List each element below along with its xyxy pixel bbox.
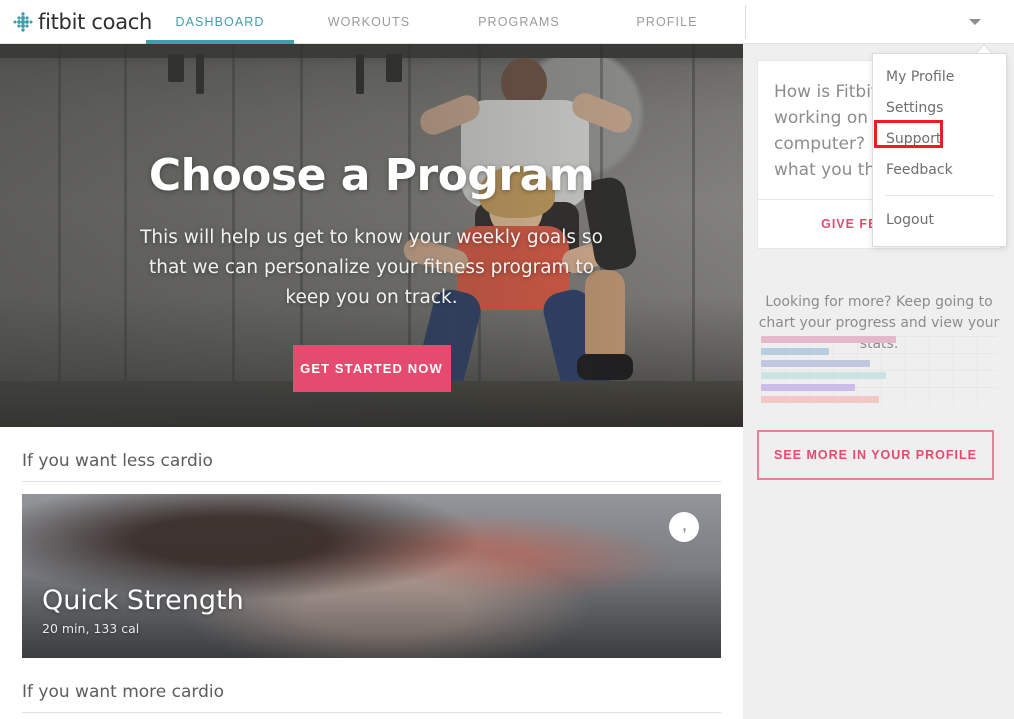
nav-divider: [745, 5, 746, 39]
menu-item-settings[interactable]: Settings: [873, 93, 1006, 124]
more-cardio-section: If you want more cardio: [0, 658, 743, 719]
lock-icon: [669, 512, 699, 542]
workout-card-title: Quick Strength: [42, 585, 244, 616]
brand-logo[interactable]: fitbit coach: [12, 7, 152, 37]
mini-chart-bar: [761, 372, 887, 379]
see-more-in-your-profile-button[interactable]: SEE MORE IN YOUR PROFILE: [757, 430, 994, 480]
menu-item-feedback[interactable]: Feedback: [873, 155, 1006, 186]
dropdown-pointer: [975, 44, 993, 53]
tab-dashboard-label: DASHBOARD: [175, 15, 265, 29]
mini-progress-chart: [761, 336, 997, 404]
mini-chart-bar: [761, 360, 870, 367]
section-divider: [22, 712, 721, 713]
menu-item-my-profile[interactable]: My Profile: [873, 62, 1006, 93]
tab-profile[interactable]: PROFILE: [594, 0, 740, 44]
account-dropdown-menu: My Profile Settings Support Feedback Log…: [872, 44, 1007, 247]
tab-programs[interactable]: PROGRAMS: [444, 0, 594, 44]
section-divider: [22, 481, 721, 482]
hero-title: Choose a Program: [148, 150, 595, 201]
main-content: Choose a Program This will help us get t…: [0, 44, 743, 719]
hero-subtitle: This will help us get to know your weekl…: [140, 227, 603, 308]
menu-divider: [885, 195, 994, 196]
chevron-down-icon: [969, 19, 981, 25]
mini-chart-bar: [761, 396, 879, 403]
get-started-now-button[interactable]: GET STARTED NOW: [292, 345, 451, 392]
dropdown-panel: My Profile Settings Support Feedback Log…: [872, 53, 1007, 247]
workout-card-quick-strength[interactable]: Quick Strength 20 min, 133 cal: [22, 494, 721, 658]
tab-dashboard[interactable]: DASHBOARD: [146, 0, 294, 44]
fitbit-coach-dashboard: fitbit coach DASHBOARD WORKOUTS PROGRAMS…: [0, 0, 1014, 719]
tab-workouts-label: WORKOUTS: [327, 15, 411, 29]
mini-chart-bar: [761, 348, 830, 355]
tab-programs-label: PROGRAMS: [478, 15, 560, 29]
hero-copy: Choose a Program This will help us get t…: [0, 44, 743, 392]
section-title-less-cardio: If you want less cardio: [22, 451, 213, 471]
tab-workouts[interactable]: WORKOUTS: [294, 0, 444, 44]
menu-item-support[interactable]: Support: [873, 124, 1006, 155]
top-navigation-bar: fitbit coach DASHBOARD WORKOUTS PROGRAMS…: [0, 0, 1014, 44]
less-cardio-section: If you want less cardio Quick Strength 2…: [0, 427, 743, 658]
mini-chart-bar: [761, 336, 896, 343]
mini-chart-grid: [761, 336, 997, 404]
account-menu-toggle[interactable]: [960, 0, 990, 44]
brand-name: fitbit coach: [38, 10, 153, 34]
hero-banner: Choose a Program This will help us get t…: [0, 44, 743, 427]
workout-card-meta: 20 min, 133 cal: [42, 621, 140, 636]
fitbit-dots-logo-icon: [12, 11, 34, 33]
section-title-more-cardio: If you want more cardio: [22, 682, 225, 702]
tab-active-underline: [146, 40, 294, 44]
menu-item-logout[interactable]: Logout: [873, 205, 1006, 236]
mini-chart-bar: [761, 384, 856, 391]
tab-profile-label: PROFILE: [636, 15, 698, 29]
